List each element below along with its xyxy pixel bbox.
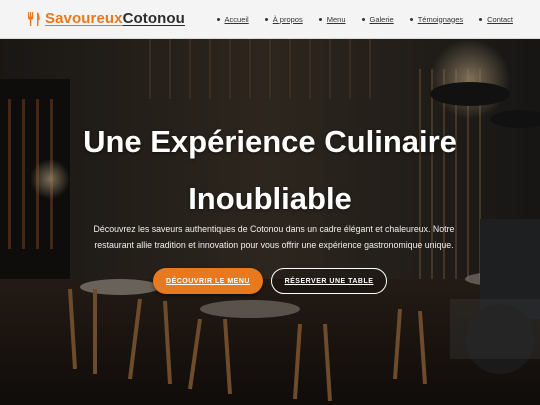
hero-title-line1: Une Expérience Culinaire: [83, 124, 457, 159]
nav-item-temoignages[interactable]: Témoignages: [409, 15, 463, 24]
hero-description: Découvrez les saveurs authentiques de Co…: [93, 224, 455, 250]
bullet-icon: [216, 17, 220, 21]
hero-title-line2: Inoubliable: [188, 181, 352, 216]
nav-item-galerie[interactable]: Galerie: [361, 15, 394, 24]
reserve-table-label: RÉSERVER UNE TABLE: [284, 277, 374, 285]
logo[interactable]: SavoureuxCotonou: [26, 11, 185, 27]
bullet-icon: [318, 17, 322, 21]
hero-title: Une Expérience Culinaire Inoubliable: [0, 113, 540, 227]
nav-item-accueil[interactable]: Accueil: [216, 15, 249, 24]
reserve-table-button[interactable]: RÉSERVER UNE TABLE: [271, 268, 387, 294]
discover-menu-label: DÉCOUVRIR LE MENU: [166, 277, 250, 285]
logo-text: SavoureuxCotonou: [45, 11, 185, 27]
logo-text-part2: Cotonou: [122, 10, 185, 27]
nav-link-accueil[interactable]: Accueil: [225, 15, 249, 24]
logo-text-part1: Savoureux: [45, 10, 123, 27]
nav-link-temoignages[interactable]: Témoignages: [418, 15, 463, 24]
hero-section: Une Expérience Culinaire Inoubliable Déc…: [0, 39, 540, 405]
site-header: SavoureuxCotonou Accueil À propos Menu G…: [0, 0, 540, 39]
nav-item-a-propos[interactable]: À propos: [264, 15, 303, 24]
nav-link-menu[interactable]: Menu: [327, 15, 346, 24]
main-nav: Accueil À propos Menu Galerie Témoignage…: [216, 15, 513, 24]
nav-item-menu[interactable]: Menu: [318, 15, 346, 24]
bullet-icon: [479, 17, 483, 21]
nav-item-contact[interactable]: Contact: [479, 15, 513, 24]
bullet-icon: [361, 17, 365, 21]
bullet-icon: [264, 17, 268, 21]
nav-link-galerie[interactable]: Galerie: [370, 15, 394, 24]
bullet-icon: [409, 17, 413, 21]
discover-menu-button[interactable]: DÉCOUVRIR LE MENU: [153, 268, 263, 294]
nav-link-contact[interactable]: Contact: [487, 15, 513, 24]
nav-link-a-propos[interactable]: À propos: [273, 15, 303, 24]
utensils-icon: [28, 12, 40, 26]
